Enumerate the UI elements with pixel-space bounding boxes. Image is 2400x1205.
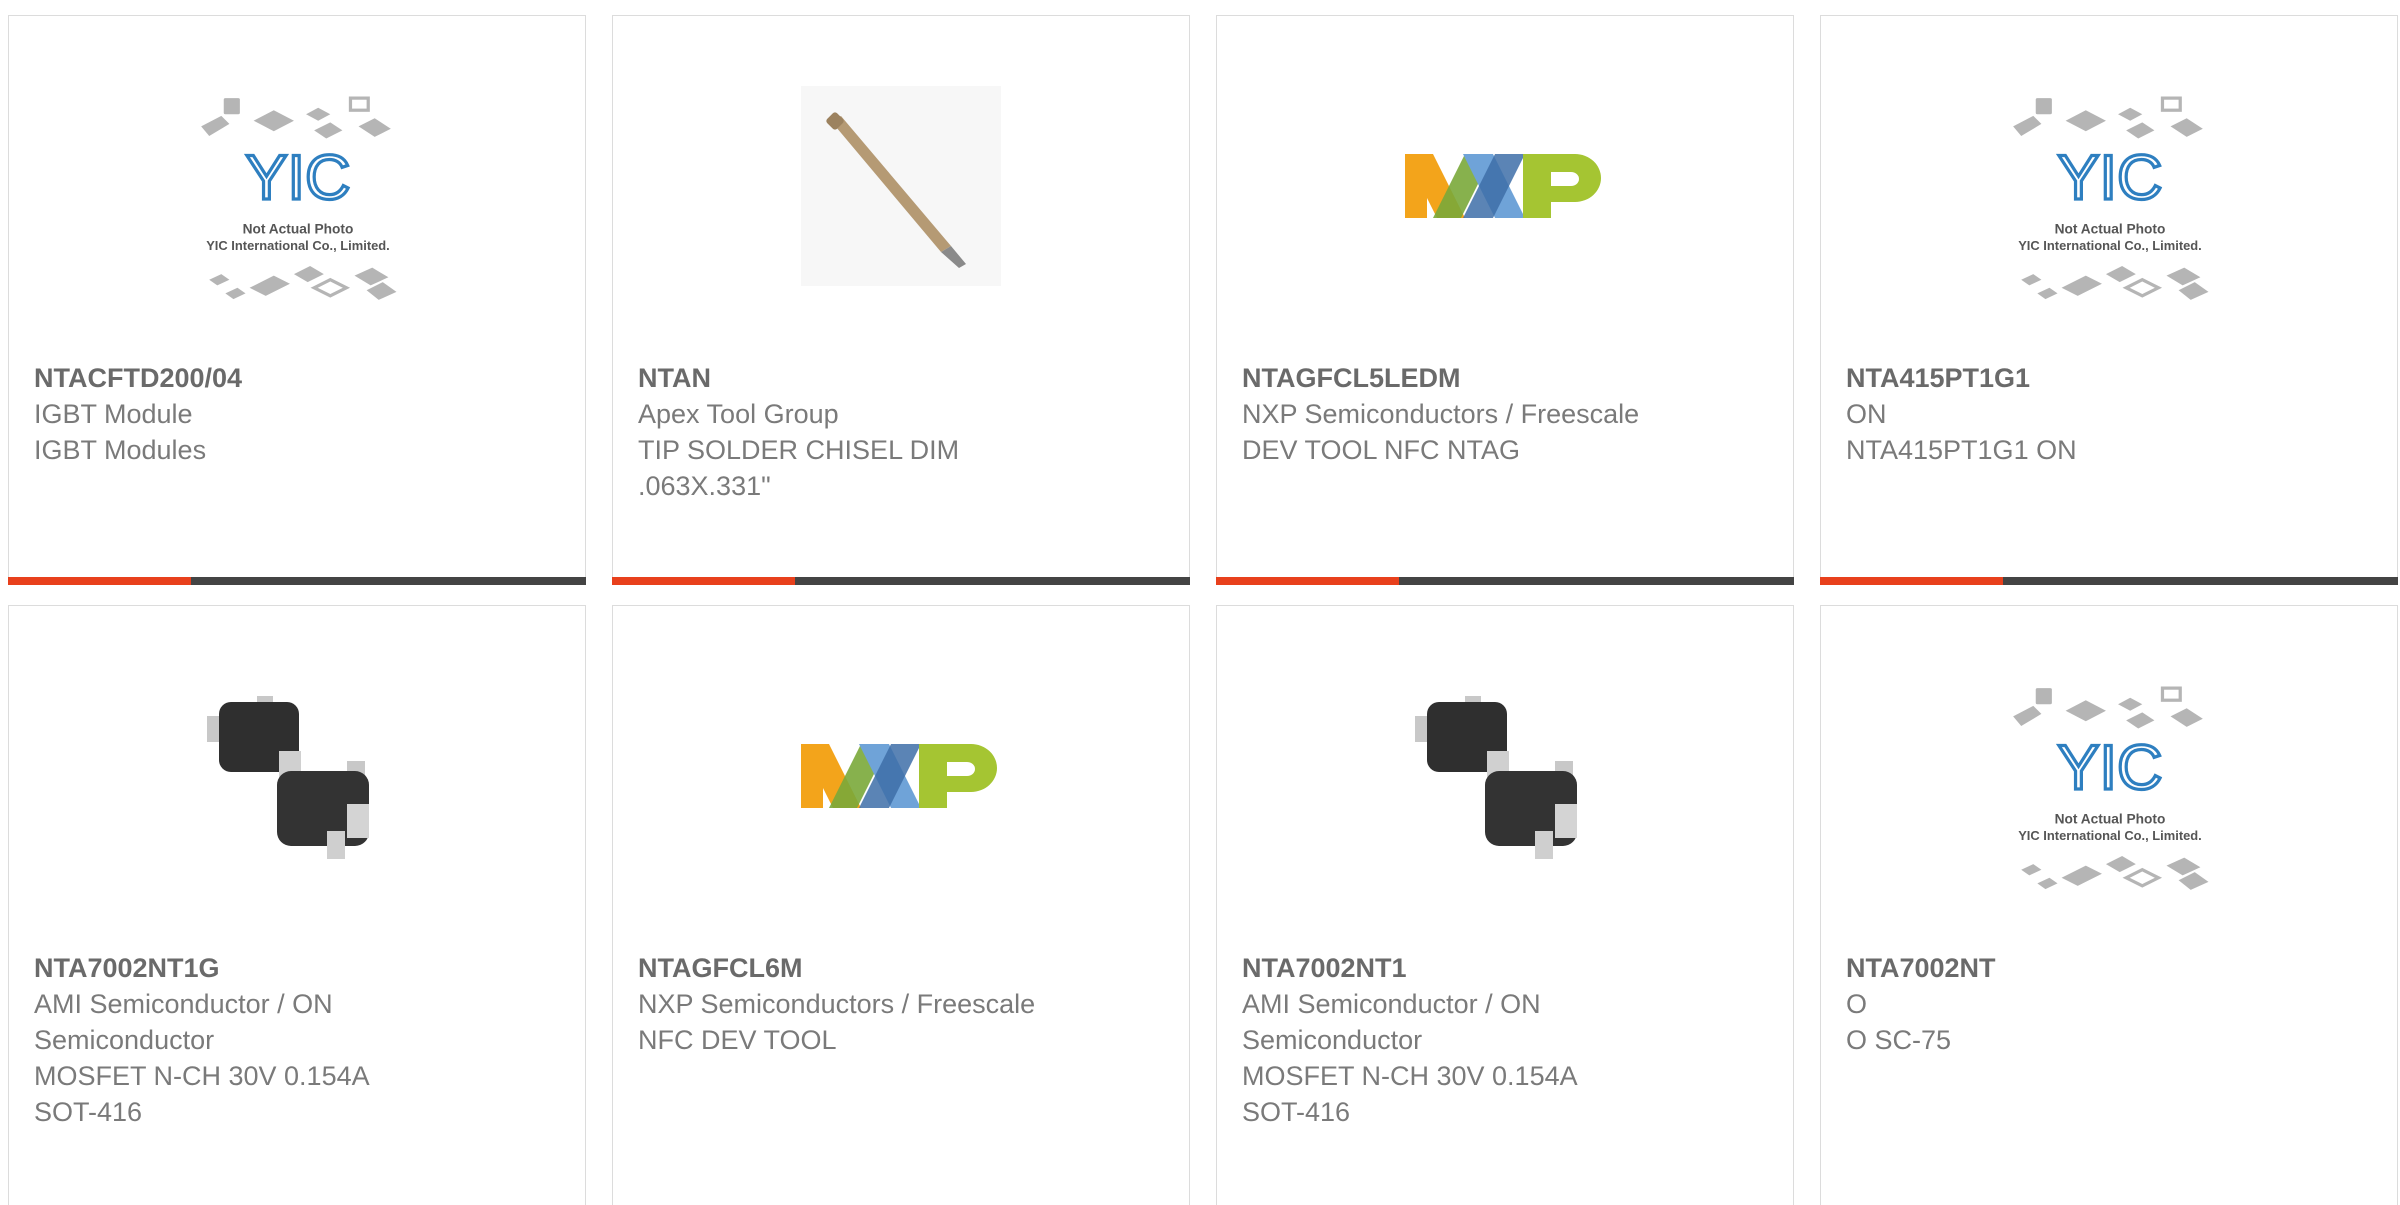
accent-bar [1820,577,2003,585]
description-line-2: .063X.331" [638,471,771,501]
product-card[interactable]: NTA415PT1G1 ON NTA415PT1G1 ON [1820,15,2398,585]
part-number-link[interactable]: NTAGFCL6M [638,950,1158,986]
manufacturer: AMI Semiconductor / ON [34,989,333,1019]
solder-tip-icon[interactable] [801,86,1001,286]
description: NTA415PT1G1 ON [1846,435,2077,465]
product-card[interactable]: NTAGFCL6M NXP Semiconductors / Freescale… [612,605,1190,1205]
manufacturer: IGBT Module [34,399,193,429]
product-card[interactable]: NTAN Apex Tool Group TIP SOLDER CHISEL D… [612,15,1190,585]
card-bottom-bar [1820,577,2398,585]
part-number-link[interactable]: NTACFTD200/04 [34,360,554,396]
description-line-2: MOSFET N-CH 30V 0.154A [34,1061,370,1091]
part-number-link[interactable]: NTAGFCL5LEDM [1242,360,1762,396]
description: TIP SOLDER CHISEL DIM [638,435,960,465]
accent-bar [1216,577,1399,585]
description: Semiconductor [34,1025,215,1055]
yic-placeholder-icon[interactable] [1997,86,2223,312]
card-bottom-bar [612,577,1190,585]
accent-bar [8,577,191,585]
product-card[interactable]: NTA7002NT1G AMI Semiconductor / ON Semic… [8,605,586,1205]
part-number-link[interactable]: NTA415PT1G1 [1846,360,2366,396]
card-bottom-bar [1216,577,1794,585]
description: DEV TOOL NFC NTAG [1242,435,1521,465]
product-card[interactable]: NTAGFCL5LEDM NXP Semiconductors / Freesc… [1216,15,1794,585]
nxp-logo-icon[interactable] [1405,146,1605,226]
manufacturer: NXP Semiconductors / Freescale [1242,399,1640,429]
nxp-logo-icon[interactable] [801,736,1001,816]
part-number-link[interactable]: NTA7002NT1 [1242,950,1762,986]
card-bottom-bar [8,577,586,585]
manufacturer: ON [1846,399,1887,429]
description: IGBT Modules [34,435,207,465]
product-card[interactable]: NTA7002NT1 AMI Semiconductor / ON Semico… [1216,605,1794,1205]
manufacturer: NXP Semiconductors / Freescale [638,989,1036,1019]
manufacturer: Apex Tool Group [638,399,839,429]
sot-chip-icon[interactable] [197,676,397,876]
yic-placeholder-icon[interactable] [1997,676,2223,902]
description: NFC DEV TOOL [638,1025,837,1055]
manufacturer: O [1846,989,1868,1019]
part-number-link[interactable]: NTA7002NT [1846,950,2366,986]
yic-placeholder-icon[interactable] [185,86,411,312]
product-card[interactable]: NTA7002NT O O SC-75 [1820,605,2398,1205]
description: O SC-75 [1846,1025,1952,1055]
manufacturer: AMI Semiconductor / ON [1242,989,1541,1019]
description-line-3: SOT-416 [1242,1097,1351,1127]
description-line-2: MOSFET N-CH 30V 0.154A [1242,1061,1578,1091]
accent-bar [612,577,795,585]
part-number-link[interactable]: NTAN [638,360,1158,396]
product-card[interactable]: NTACFTD200/04 IGBT Module IGBT Modules [8,15,586,585]
description-line-3: SOT-416 [34,1097,143,1127]
description: Semiconductor [1242,1025,1423,1055]
sot-chip-icon[interactable] [1405,676,1605,876]
part-number-link[interactable]: NTA7002NT1G [34,950,554,986]
